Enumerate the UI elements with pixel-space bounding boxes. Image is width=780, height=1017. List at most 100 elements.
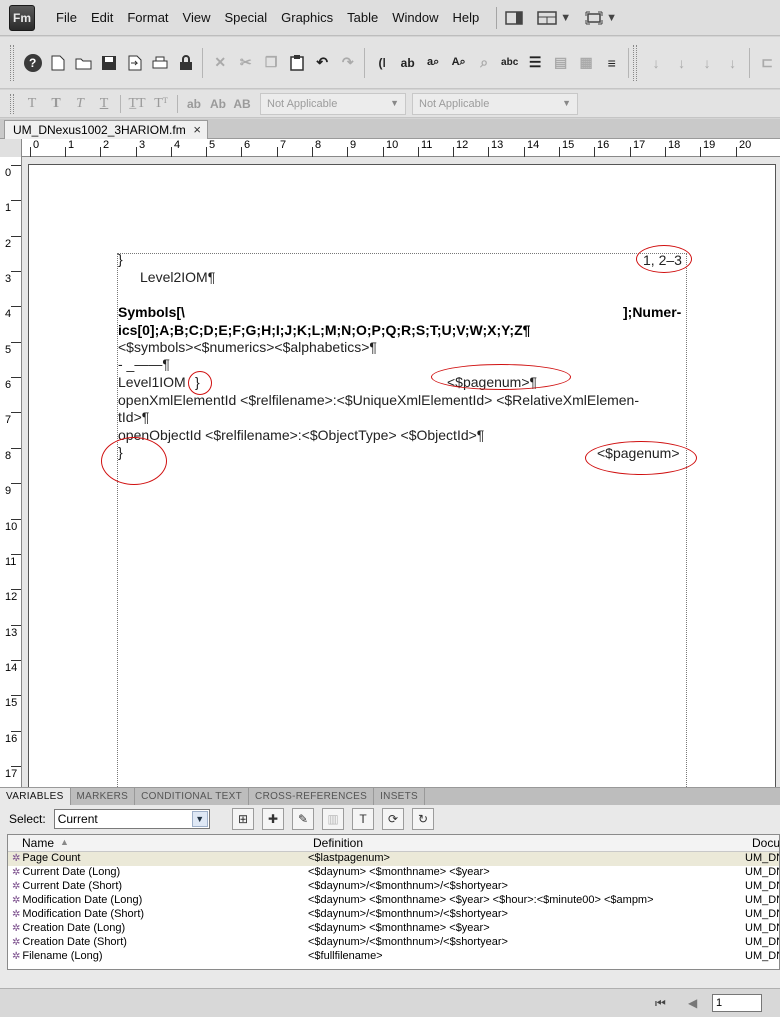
table-format-icon[interactable]: ▤	[550, 52, 572, 74]
separator-line[interactable]: - _——¶	[118, 356, 170, 372]
arrow-down-icon[interactable]: ↓	[722, 52, 744, 74]
paragraph-marker-icon[interactable]: (ǀ	[371, 52, 393, 74]
spelling-check-icon[interactable]: abc	[499, 52, 521, 74]
help-icon[interactable]: ?	[22, 52, 44, 74]
object-id-line[interactable]: openObjectId <$relfilename>:<$ObjectType…	[118, 427, 484, 443]
menu-special[interactable]: Special	[217, 10, 274, 25]
cut-icon[interactable]: ✂	[235, 52, 257, 74]
document-canvas[interactable]: } 1, 2–3 Level2IOM¶ Symbols[\ ];Numer- i…	[22, 157, 780, 787]
table-grid-icon[interactable]: ▦	[575, 52, 597, 74]
text-ab-icon[interactable]: ab	[397, 52, 419, 74]
more-tools-icon[interactable]: ⊏	[756, 52, 778, 74]
redo-icon[interactable]: ↷	[337, 52, 359, 74]
menu-table[interactable]: Table	[340, 10, 385, 25]
paragraph-format-dropdown[interactable]: Not Applicable ▼	[260, 92, 406, 115]
arrow-down-icon[interactable]: ↓	[671, 52, 693, 74]
insert-variable-icon[interactable]: ⊞	[232, 808, 254, 830]
table-row[interactable]: ✲Filename (Long) <$fullfilename> UM_DN	[8, 950, 779, 964]
character-format-dropdown[interactable]: Not Applicable ▼	[412, 92, 578, 115]
tab-conditional-text[interactable]: CONDITIONAL TEXT	[135, 788, 250, 805]
arrow-down-icon[interactable]: ↓	[645, 52, 667, 74]
workspace-layout-icon[interactable]: ▼	[537, 10, 571, 25]
toolbar-grip[interactable]	[10, 93, 14, 114]
align-justify-icon[interactable]: ≡	[601, 52, 623, 74]
document-tab[interactable]: UM_DNexus1002_3HARIOM.fm ×	[4, 120, 208, 139]
panel-toggle-icon[interactable]	[505, 10, 523, 25]
delete-icon[interactable]: ✕	[209, 52, 231, 74]
table-row[interactable]: ✲Page Count <$lastpagenum> UM_DN	[8, 852, 779, 866]
arrow-down-icon[interactable]: ↓	[696, 52, 718, 74]
bold-icon[interactable]: T	[45, 96, 67, 112]
menu-help[interactable]: Help	[445, 10, 486, 25]
table-row[interactable]: ✲ Modification Date (Long) <$daynum> <$mo…	[8, 894, 779, 908]
edit-variable-icon[interactable]: ✎	[292, 808, 314, 830]
text-style-icon[interactable]: T	[21, 96, 43, 112]
menu-window[interactable]: Window	[385, 10, 445, 25]
save-icon[interactable]	[98, 52, 120, 74]
table-row[interactable]: ✲ Creation Date (Long) <$daynum> <$monthn…	[8, 922, 779, 936]
paste-icon[interactable]	[286, 52, 308, 74]
titlecase-icon[interactable]: Ab	[207, 97, 229, 111]
select-dropdown[interactable]: Current ▼	[53, 809, 210, 829]
lowercase-icon[interactable]: ab	[183, 97, 205, 111]
chevron-down-icon[interactable]: ▼	[191, 811, 208, 827]
undo-icon[interactable]: ↶	[311, 52, 333, 74]
toolbar-grip[interactable]	[633, 44, 638, 81]
column-header-document[interactable]: Docu	[752, 836, 779, 850]
symbols-heading-left[interactable]: Symbols[\	[118, 304, 185, 320]
framemaker-logo: Fm	[9, 4, 35, 31]
convert-to-text-icon[interactable]: T	[352, 808, 374, 830]
update-icon[interactable]: ⟳	[382, 808, 404, 830]
tab-cross-references[interactable]: CROSS-REFERENCES	[249, 788, 375, 805]
menu-edit[interactable]: Edit	[84, 10, 120, 25]
underline-icon[interactable]: T	[93, 96, 115, 112]
toolbar-grip[interactable]	[10, 44, 14, 81]
first-page-icon[interactable]: ⏮	[655, 996, 666, 1011]
variable-document: UM_DN	[745, 866, 779, 878]
level1-entry[interactable]: Level1IOM	[118, 374, 186, 390]
new-document-icon[interactable]	[47, 52, 69, 74]
refresh-icon[interactable]: ↻	[412, 808, 434, 830]
numerics-alphabet-line[interactable]: ics[0];A;B;C;D;E;F;G;H;I;J;K;L;M;N;O;P;Q…	[118, 322, 530, 338]
print-icon[interactable]	[149, 52, 171, 74]
delete-variable-icon[interactable]: ▥	[322, 808, 344, 830]
menu-file[interactable]: File	[49, 10, 84, 25]
search-icon[interactable]: ⌕	[473, 52, 495, 74]
document-page[interactable]: } 1, 2–3 Level2IOM¶ Symbols[\ ];Numer- i…	[28, 164, 776, 787]
toolbar-separator	[749, 47, 751, 78]
table-row[interactable]: ✲ Current Date (Long) <$daynum> <$monthna…	[8, 866, 779, 880]
uppercase-icon[interactable]: AB	[231, 97, 253, 111]
xml-element-line-cont[interactable]: tId>¶	[118, 409, 149, 425]
column-header-definition[interactable]: Definition	[313, 836, 363, 850]
menu-view[interactable]: View	[176, 10, 218, 25]
level2-entry[interactable]: Level2IOM¶	[140, 269, 215, 285]
italic-icon[interactable]: T	[69, 96, 91, 112]
copy-icon[interactable]: ❐	[260, 52, 282, 74]
close-icon[interactable]: ×	[193, 122, 201, 137]
spell-find-icon[interactable]: a⌕	[422, 52, 444, 74]
index-brace[interactable]: }	[118, 251, 123, 267]
table-row[interactable]: ✲ Modification Date (Short) <$daynum>/<$m…	[8, 908, 779, 922]
column-header-name[interactable]: Name	[22, 836, 54, 850]
lock-icon[interactable]	[175, 52, 197, 74]
align-center-icon[interactable]: ☰	[524, 52, 546, 74]
tab-insets[interactable]: INSETS	[374, 788, 426, 805]
ruler-label: 10	[5, 521, 18, 533]
previous-page-icon[interactable]: ◀	[688, 996, 697, 1010]
find-change-icon[interactable]: A⌕	[448, 52, 470, 74]
page-number-input[interactable]: 1	[712, 994, 762, 1012]
table-row[interactable]: ✲ Current Date (Short) <$daynum>/<$monthn…	[8, 880, 779, 894]
menu-graphics[interactable]: Graphics	[274, 10, 340, 25]
open-folder-icon[interactable]	[73, 52, 95, 74]
add-variable-icon[interactable]: ✚	[262, 808, 284, 830]
char-format-icon[interactable]: T̲T	[126, 96, 148, 112]
table-row[interactable]: ✲ Creation Date (Short) <$daynum>/<$month…	[8, 936, 779, 950]
symbols-heading-right[interactable]: ];Numer-	[623, 304, 681, 320]
menu-format[interactable]: Format	[120, 10, 175, 25]
group-building-blocks[interactable]: <$symbols><$numerics><$alphabetics>¶	[118, 339, 377, 355]
screen-mode-icon[interactable]: ▼	[585, 11, 617, 25]
import-icon[interactable]	[124, 52, 146, 74]
tab-markers[interactable]: MARKERS	[71, 788, 136, 805]
tab-variables[interactable]: VARIABLES	[0, 788, 71, 805]
char-format2-icon[interactable]: Tᵀ	[150, 96, 172, 112]
